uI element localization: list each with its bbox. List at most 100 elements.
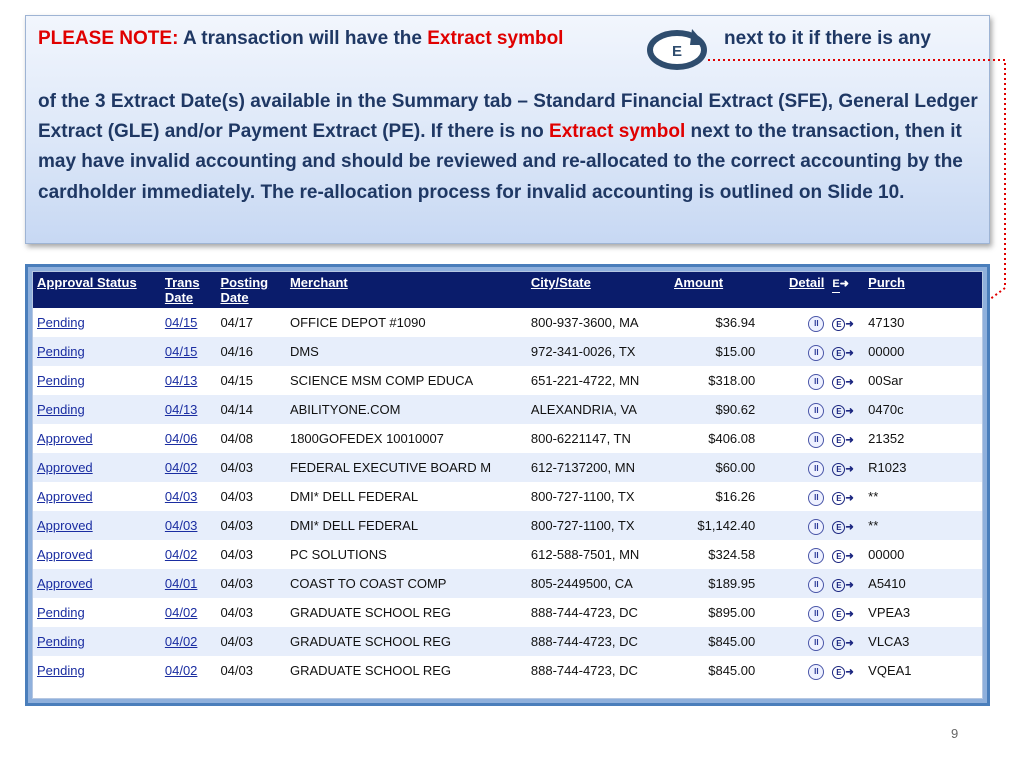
detail-icon[interactable]: II — [808, 373, 825, 390]
detail-icon[interactable]: II — [808, 663, 825, 680]
header-detail[interactable]: Detail — [759, 272, 829, 308]
approval-status-link[interactable]: Approved — [33, 511, 161, 540]
note-label: PLEASE NOTE: — [38, 28, 179, 49]
table-row[interactable]: Pending 04/15 04/17 OFFICE DEPOT #1090 800-9… — [33, 308, 982, 337]
approval-status-link[interactable]: Pending — [33, 627, 161, 656]
trans-date-link[interactable]: 04/02 — [160, 453, 217, 482]
purchase-cell: 00000 — [864, 540, 982, 569]
amount-cell: $324.58 — [670, 540, 760, 569]
header-posting-date[interactable]: Posting Date — [216, 272, 286, 308]
amount-cell: $60.00 — [670, 453, 760, 482]
trans-date-link[interactable]: 04/02 — [160, 627, 217, 656]
amount-cell: $90.62 — [670, 395, 760, 424]
detail-icon[interactable]: II — [808, 402, 825, 419]
approval-status-link[interactable]: Pending — [33, 337, 161, 366]
posting-date-cell: 04/15 — [216, 366, 286, 395]
header-city-state[interactable]: City/State — [526, 272, 671, 308]
extract-symbol-icon: E ➜ — [832, 317, 854, 331]
approval-status-link[interactable]: Approved — [33, 569, 161, 598]
transactions-table: Approval Status Trans Date Posting Date … — [33, 272, 982, 685]
detail-icon[interactable]: II — [808, 460, 825, 477]
extract-symbol-icon: E ➜ — [832, 520, 854, 534]
posting-date-cell: 04/03 — [216, 540, 286, 569]
table-row[interactable]: Pending 04/13 04/14 ABILITYONE.COM ALEXANDRI… — [33, 395, 982, 424]
approval-status-link[interactable]: Pending — [33, 366, 161, 395]
trans-date-link[interactable]: 04/13 — [160, 395, 217, 424]
table-row[interactable]: Approved 04/03 04/03 DMI* DELL FEDERAL 800-7… — [33, 511, 982, 540]
table-row[interactable]: Pending 04/13 04/15 SCIENCE MSM COMP EDUCA 6… — [33, 366, 982, 395]
detail-cell: II — [759, 482, 829, 511]
trans-date-link[interactable]: 04/02 — [160, 540, 217, 569]
city-state-cell: 972-341-0026, TX — [526, 337, 671, 366]
trans-date-link[interactable]: 04/03 — [160, 511, 217, 540]
table-row[interactable]: Pending 04/15 04/16 DMS 972-341-0026, TX $15.… — [33, 337, 982, 366]
detail-icon[interactable]: II — [808, 489, 825, 506]
detail-icon[interactable]: II — [808, 547, 825, 564]
posting-date-cell: 04/03 — [216, 656, 286, 685]
city-state-cell: 612-588-7501, MN — [526, 540, 671, 569]
trans-date-link[interactable]: 04/06 — [160, 424, 217, 453]
transactions-table-body: Pending 04/15 04/17 OFFICE DEPOT #1090 800-9… — [33, 308, 982, 685]
table-row[interactable]: Approved 04/06 04/08 1800GOFEDEX 10010007 80… — [33, 424, 982, 453]
merchant-cell: DMI* DELL FEDERAL — [285, 511, 527, 540]
detail-icon[interactable]: II — [808, 344, 825, 361]
extract-cell: E ➜ — [828, 424, 865, 453]
city-state-cell: 651-221-4722, MN — [526, 366, 671, 395]
table-row[interactable]: Pending 04/02 04/03 GRADUATE SCHOOL REG 888-… — [33, 656, 982, 685]
approval-status-link[interactable]: Approved — [33, 540, 161, 569]
header-purchase[interactable]: Purch — [864, 272, 982, 308]
merchant-cell: SCIENCE MSM COMP EDUCA — [285, 366, 527, 395]
trans-date-link[interactable]: 04/15 — [160, 337, 217, 366]
detail-icon[interactable]: II — [808, 315, 825, 332]
table-row[interactable]: Approved 04/02 04/03 PC SOLUTIONS 612-588-75… — [33, 540, 982, 569]
detail-cell: II — [759, 395, 829, 424]
approval-status-link[interactable]: Approved — [33, 482, 161, 511]
header-merchant[interactable]: Merchant — [285, 272, 527, 308]
table-row[interactable]: Approved 04/03 04/03 DMI* DELL FEDERAL 800-7… — [33, 482, 982, 511]
trans-date-link[interactable]: 04/02 — [160, 656, 217, 685]
trans-date-link[interactable]: 04/02 — [160, 598, 217, 627]
detail-cell: II — [759, 453, 829, 482]
merchant-cell: FEDERAL EXECUTIVE BOARD M — [285, 453, 527, 482]
detail-icon[interactable]: II — [808, 518, 825, 535]
approval-status-link[interactable]: Approved — [33, 453, 161, 482]
approval-status-link[interactable]: Pending — [33, 598, 161, 627]
detail-icon[interactable]: II — [808, 431, 825, 448]
detail-icon[interactable]: II — [808, 605, 825, 622]
approval-status-link[interactable]: Pending — [33, 395, 161, 424]
approval-status-link[interactable]: Pending — [33, 308, 161, 337]
amount-cell: $845.00 — [670, 656, 760, 685]
detail-cell: II — [759, 598, 829, 627]
table-row[interactable]: Pending 04/02 04/03 GRADUATE SCHOOL REG 888-… — [33, 598, 982, 627]
trans-date-link[interactable]: 04/13 — [160, 366, 217, 395]
detail-icon[interactable]: II — [808, 634, 825, 651]
detail-cell: II — [759, 627, 829, 656]
city-state-cell: 800-727-1100, TX — [526, 511, 671, 540]
trans-date-link[interactable]: 04/01 — [160, 569, 217, 598]
extract-cell: E ➜ — [828, 337, 865, 366]
table-row[interactable]: Approved 04/02 04/03 FEDERAL EXECUTIVE BOAR… — [33, 453, 982, 482]
extract-symbol-icon: E ➜ — [832, 578, 854, 592]
posting-date-cell: 04/03 — [216, 482, 286, 511]
detail-icon[interactable]: II — [808, 576, 825, 593]
table-row[interactable]: Pending 04/02 04/03 GRADUATE SCHOOL REG 888-… — [33, 627, 982, 656]
approval-status-link[interactable]: Approved — [33, 424, 161, 453]
transactions-panel: Approval Status Trans Date Posting Date … — [25, 264, 990, 706]
trans-date-link[interactable]: 04/03 — [160, 482, 217, 511]
posting-date-cell: 04/08 — [216, 424, 286, 453]
posting-date-cell: 04/16 — [216, 337, 286, 366]
extract-header-icon: E — [832, 277, 840, 293]
extract-symbol-icon: E ➜ — [832, 346, 854, 360]
trans-date-link[interactable]: 04/15 — [160, 308, 217, 337]
header-trans-date[interactable]: Trans Date — [160, 272, 217, 308]
header-amount[interactable]: Amount — [670, 272, 760, 308]
header-approval-status[interactable]: Approval Status — [33, 272, 161, 308]
table-row[interactable]: Approved 04/01 04/03 COAST TO COAST COMP 805… — [33, 569, 982, 598]
posting-date-cell: 04/03 — [216, 627, 286, 656]
header-extract[interactable]: E➜ — [828, 272, 865, 308]
amount-cell: $406.08 — [670, 424, 760, 453]
purchase-cell: A5410 — [864, 569, 982, 598]
approval-status-link[interactable]: Pending — [33, 656, 161, 685]
purchase-cell: ** — [864, 511, 982, 540]
extract-symbol-icon: E ➜ — [832, 404, 854, 418]
